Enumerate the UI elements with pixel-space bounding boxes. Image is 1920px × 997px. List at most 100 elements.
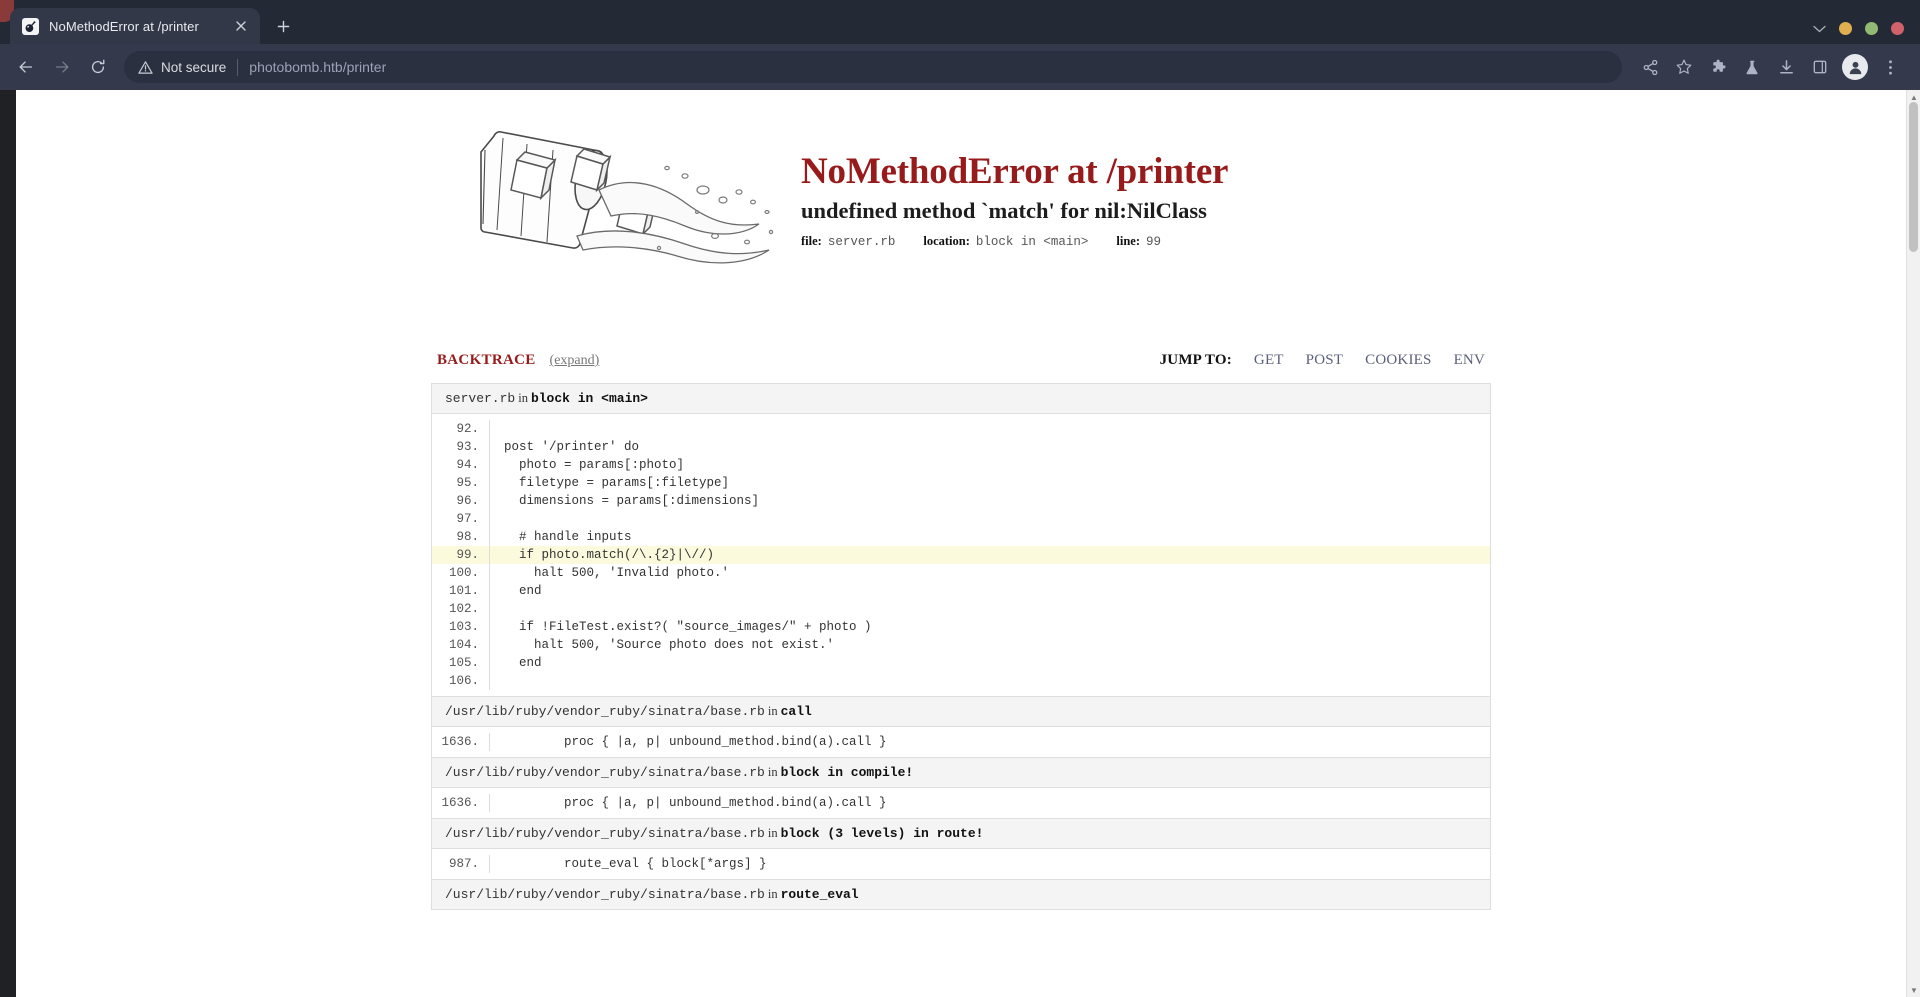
code-line: 106. [432, 672, 1490, 690]
meta-line-value: 99 [1146, 234, 1162, 249]
code-line-text: proc { |a, p| unbound_method.bind(a).cal… [504, 796, 887, 810]
error-text-block: NoMethodError at /printer undefined meth… [801, 108, 1491, 249]
jump-link-get[interactable]: GET [1254, 352, 1284, 369]
bomb-icon [22, 17, 39, 35]
omnibox-divider [237, 58, 239, 76]
code-line-text: halt 500, 'Source photo does not exist.' [504, 638, 835, 652]
code-line-highlighted: 99. if photo.match(/\.{2}|\//) [432, 546, 1490, 564]
frame-in-word: in [767, 765, 778, 779]
code-line-text: photo = params[:photo] [504, 458, 685, 472]
share-icon[interactable] [1634, 51, 1666, 83]
frame-code-block: 92. 93. post '/printer' do 94. photo = para… [432, 414, 1490, 697]
code-line-text: # handle inputs [504, 530, 632, 544]
jump-link-env[interactable]: ENV [1454, 352, 1485, 369]
frame-header[interactable]: /usr/lib/ruby/vendor_ruby/sinatra/base.r… [432, 697, 1490, 727]
scrollbar-thumb[interactable] [1909, 102, 1918, 252]
meta-file-key: file: [801, 233, 822, 248]
jump-link-post[interactable]: POST [1306, 352, 1343, 369]
code-line-text: proc { |a, p| unbound_method.bind(a).cal… [504, 735, 887, 749]
jump-link-cookies[interactable]: COOKIES [1365, 352, 1431, 369]
three-dot-menu-icon[interactable] [1874, 51, 1906, 83]
error-subtitle: undefined method `match' for nil:NilClas… [801, 197, 1207, 223]
reload-icon[interactable] [82, 51, 114, 83]
code-line-number: 99. [432, 546, 490, 564]
frame-file: /usr/lib/ruby/vendor_ruby/sinatra/base.r… [445, 704, 765, 719]
backtrace-expand-link[interactable]: (expand) [550, 353, 600, 369]
security-status-label: Not secure [161, 59, 227, 75]
tab-title: NoMethodError at /printer [49, 18, 199, 34]
page-scrollbar[interactable]: ▲ ▼ [1906, 90, 1920, 997]
error-meta: file: server.rb location: block in <main… [801, 234, 1491, 249]
code-line: 1636. proc { |a, p| unbound_method.bind(… [432, 794, 1490, 812]
code-line: 100. halt 500, 'Invalid photo.' [432, 564, 1490, 582]
frame-header[interactable]: /usr/lib/ruby/vendor_ruby/sinatra/base.r… [432, 819, 1490, 849]
window-controls [1813, 22, 1920, 44]
error-header: NoMethodError at /printer undefined meth… [431, 108, 1491, 286]
code-line: 102. [432, 600, 1490, 618]
code-line-number: 106. [432, 672, 490, 690]
bookmark-star-icon[interactable] [1668, 51, 1700, 83]
extensions-puzzle-icon[interactable] [1702, 51, 1734, 83]
backtrace-frames: server.rb in block in <main> 92. 93. post '/p… [431, 383, 1491, 910]
code-line: 104. halt 500, 'Source photo does not ex… [432, 636, 1490, 654]
jump-to-nav: JUMP TO: GET POST COOKIES ENV [1160, 352, 1485, 369]
code-line-number: 97. [432, 510, 490, 528]
frame-in-word: in [767, 826, 778, 840]
error-title: NoMethodError at /printer [801, 151, 1229, 192]
frame-code-block: 987. route_eval { block[*args] } [432, 849, 1490, 880]
scroll-down-arrow-icon[interactable]: ▼ [1907, 983, 1920, 997]
frame-file: /usr/lib/ruby/vendor_ruby/sinatra/base.r… [445, 765, 765, 780]
code-line: 95. filetype = params[:filetype] [432, 474, 1490, 492]
window-minimize-button[interactable] [1839, 22, 1852, 35]
meta-location-value: block in <main> [975, 234, 1089, 249]
window-maximize-button[interactable] [1865, 22, 1878, 35]
code-line-number: 93. [432, 438, 490, 456]
frame-function: block in compile! [780, 765, 914, 780]
back-arrow-icon[interactable] [10, 51, 42, 83]
code-line-number: 94. [432, 456, 490, 474]
frame-in-word: in [518, 391, 528, 405]
experiments-flask-icon[interactable] [1736, 51, 1768, 83]
code-line: 987. route_eval { block[*args] } [432, 855, 1490, 873]
forward-arrow-icon[interactable] [46, 51, 78, 83]
window-close-button[interactable] [1891, 22, 1904, 35]
new-tab-button[interactable] [268, 11, 298, 41]
code-line: 1636. proc { |a, p| unbound_method.bind(… [432, 733, 1490, 751]
backtrace-bar: BACKTRACE (expand) JUMP TO: GET POST COO… [431, 352, 1491, 369]
code-line-text: if !FileTest.exist?( "source_images/" + … [504, 620, 872, 634]
profile-avatar-icon[interactable] [1842, 54, 1868, 80]
meta-location-key: location: [923, 233, 970, 248]
frame-header[interactable]: server.rb in block in <main> [432, 384, 1490, 414]
code-line-text: end [504, 584, 542, 598]
address-bar[interactable]: Not secure photobomb.htb/printer [124, 51, 1622, 83]
frame-file: /usr/lib/ruby/vendor_ruby/sinatra/base.r… [445, 826, 765, 841]
chevron-down-icon[interactable] [1813, 23, 1826, 35]
code-line-number: 102. [432, 600, 490, 618]
downloads-icon[interactable] [1770, 51, 1802, 83]
browser-tab[interactable]: NoMethodError at /printer [10, 8, 260, 44]
code-line-number: 1636. [432, 733, 490, 751]
code-line: 98. # handle inputs [432, 528, 1490, 546]
frame-code-block: 1636. proc { |a, p| unbound_method.bind(… [432, 788, 1490, 819]
frame-file: server.rb [445, 391, 516, 406]
frame-header[interactable]: /usr/lib/ruby/vendor_ruby/sinatra/base.r… [432, 758, 1490, 788]
close-icon[interactable] [232, 17, 250, 35]
code-line-number: 98. [432, 528, 490, 546]
window-left-gutter [0, 90, 16, 997]
frame-in-word: in [767, 887, 778, 901]
code-line-text: if photo.match(/\.{2}|\//) [504, 548, 715, 562]
code-line-number: 96. [432, 492, 490, 510]
frame-header[interactable]: /usr/lib/ruby/vendor_ruby/sinatra/base.r… [432, 880, 1490, 910]
page-content: NoMethodError at /printer undefined meth… [16, 90, 1906, 997]
frame-function: block in <main> [530, 391, 648, 406]
code-line-text: route_eval { block[*args] } [504, 857, 767, 871]
code-line-number: 100. [432, 564, 490, 582]
side-panel-icon[interactable] [1804, 51, 1836, 83]
code-line: 94. photo = params[:photo] [432, 456, 1490, 474]
code-line-text: end [504, 656, 542, 670]
code-line-number: 1636. [432, 794, 490, 812]
